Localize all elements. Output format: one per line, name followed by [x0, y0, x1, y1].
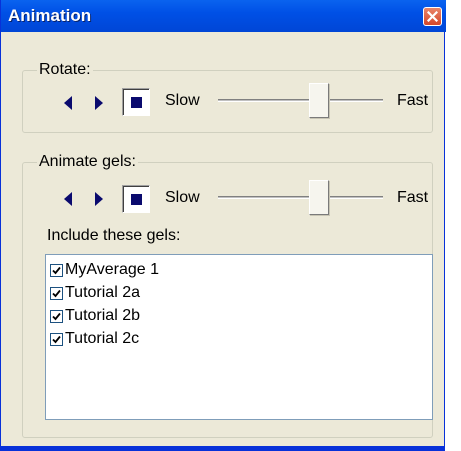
rotate-fast-label: Fast: [397, 92, 429, 109]
list-item[interactable]: MyAverage 1: [50, 259, 159, 281]
gel-label: MyAverage 1: [65, 261, 159, 278]
rotate-stop-button[interactable]: [122, 88, 150, 116]
gel-label: Tutorial 2c: [65, 330, 140, 347]
checkmark-icon: [52, 335, 61, 343]
window-bottom-border: [1, 446, 444, 451]
gels-stop-button[interactable]: [122, 185, 150, 213]
rotate-slow-label: Slow: [165, 92, 200, 109]
rotate-back-arrow-icon[interactable]: [61, 94, 75, 112]
gel-label: Tutorial 2a: [65, 284, 140, 301]
checkmark-icon: [52, 289, 61, 297]
gels-forward-arrow-icon[interactable]: [92, 190, 106, 208]
rotate-slider-track[interactable]: [218, 99, 383, 102]
gels-slow-label: Slow: [165, 189, 200, 206]
close-icon: [427, 11, 438, 22]
rotate-legend: Rotate:: [37, 60, 93, 80]
rotate-slider-thumb[interactable]: [309, 83, 329, 118]
animate-gels-legend: Animate gels:: [37, 152, 138, 172]
gel-label: Tutorial 2b: [65, 307, 140, 324]
gel-checkbox[interactable]: [50, 263, 63, 277]
gels-slider-thumb[interactable]: [309, 180, 329, 215]
window-title: Animation: [8, 6, 92, 25]
list-item[interactable]: Tutorial 2a: [50, 282, 140, 304]
close-button[interactable]: [423, 7, 442, 26]
gels-slider-track[interactable]: [218, 196, 383, 199]
gel-checkbox[interactable]: [50, 309, 63, 323]
gels-listbox[interactable]: MyAverage 1 Tutorial 2a Tutorial 2b Tuto…: [45, 254, 433, 420]
list-item[interactable]: Tutorial 2b: [50, 305, 140, 327]
list-item[interactable]: Tutorial 2c: [50, 328, 139, 350]
animation-window: Animation Rotate: Slow Fast Animate gels…: [0, 0, 446, 451]
stop-icon: [131, 97, 142, 108]
gels-back-arrow-icon[interactable]: [61, 190, 75, 208]
gel-checkbox[interactable]: [50, 286, 63, 300]
checkmark-icon: [52, 266, 61, 274]
checkmark-icon: [52, 312, 61, 320]
gel-checkbox[interactable]: [50, 332, 63, 346]
stop-icon: [131, 194, 142, 205]
gels-fast-label: Fast: [397, 189, 429, 206]
title-bar[interactable]: Animation: [1, 0, 446, 32]
include-gels-label: Include these gels:: [47, 227, 181, 244]
rotate-forward-arrow-icon[interactable]: [92, 94, 106, 112]
